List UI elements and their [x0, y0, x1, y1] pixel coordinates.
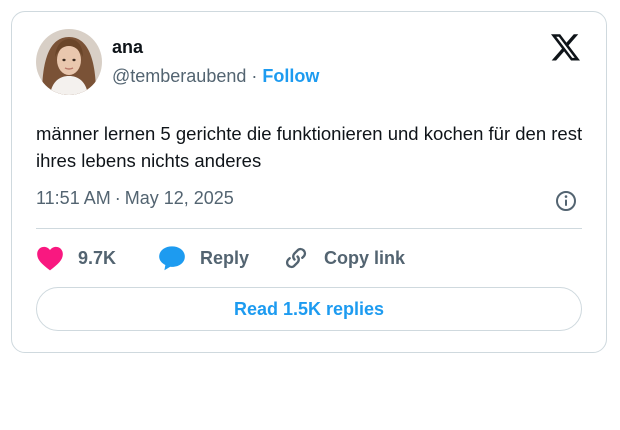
- reply-label: Reply: [200, 247, 250, 268]
- author-name[interactable]: ana: [112, 37, 143, 58]
- tweet-timestamp[interactable]: 11:51 AM · May 12, 2025: [36, 188, 234, 209]
- handle-separator: ·: [251, 66, 258, 86]
- reply-button[interactable]: Reply: [158, 244, 249, 272]
- heart-icon: [37, 246, 63, 271]
- copy-link-button[interactable]: Copy link: [282, 244, 405, 272]
- x-logo-icon[interactable]: [551, 34, 581, 62]
- avatar[interactable]: [36, 29, 102, 95]
- copy-link-label: Copy link: [324, 247, 406, 268]
- speech-bubble-icon: [159, 246, 185, 271]
- tweet-time: 11:51 AM: [36, 188, 111, 208]
- tweet-card: ana @temberaubend · Follow männer lernen 5…: [11, 11, 607, 353]
- divider: [36, 228, 582, 229]
- read-replies-button[interactable]: Read 1.5K replies: [36, 287, 582, 331]
- tweet-date: May 12, 2025: [124, 188, 234, 208]
- like-count: 9.7K: [78, 247, 117, 268]
- follow-link[interactable]: Follow: [262, 66, 319, 86]
- date-separator: ·: [114, 188, 121, 208]
- tweet-text: männer lernen 5 gerichte die funktionier…: [36, 123, 583, 171]
- link-icon: [285, 247, 307, 269]
- author-handle-row: @temberaubend · Follow: [112, 66, 319, 87]
- like-button[interactable]: 9.7K: [36, 244, 116, 272]
- author-handle[interactable]: @temberaubend: [112, 66, 246, 86]
- info-icon[interactable]: [555, 190, 577, 212]
